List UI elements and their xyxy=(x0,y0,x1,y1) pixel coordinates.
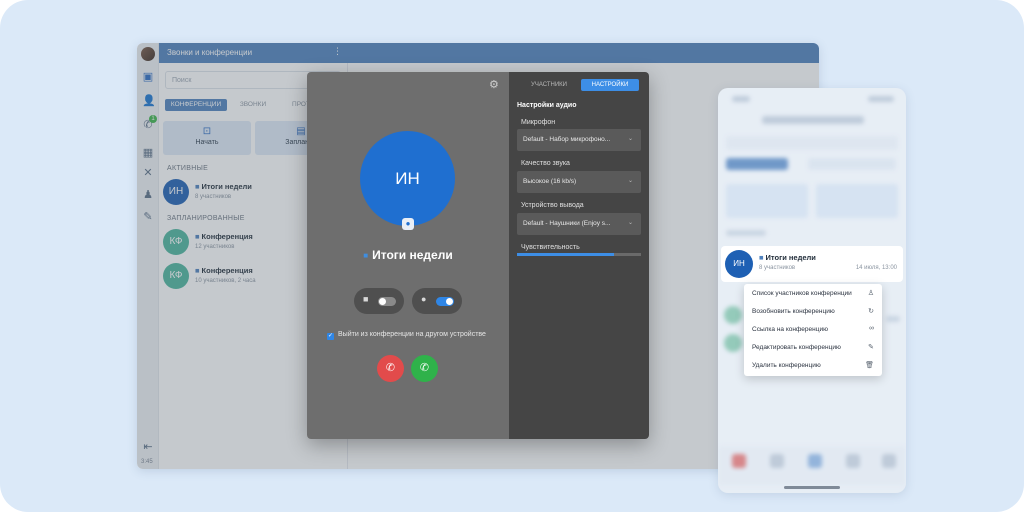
microphone-icon: ● xyxy=(421,294,427,304)
output-device-select[interactable]: Default - Наушники (Enjoy s... ⌄ xyxy=(517,213,641,235)
canvas: ▣ 👤 ✆ 1 ▦ ✕ ♟ ✎ ⇤ 3:45 Звонки и конферен… xyxy=(0,0,1024,512)
menu-item-link[interactable]: Ссылка на конференцию ∞ xyxy=(744,320,882,338)
gear-icon[interactable]: ⚙ xyxy=(489,78,499,91)
home-indicator xyxy=(784,486,840,489)
chevron-down-icon: ⌄ xyxy=(627,220,633,226)
conference-date: 14 июля, 13:00 xyxy=(855,265,897,271)
pencil-icon: ✎ xyxy=(868,344,874,351)
mic-status-icon: ● xyxy=(402,218,414,230)
menu-item-delete[interactable]: Удалить конференцию 🗑 xyxy=(744,356,882,374)
conference-title: Итоги недели xyxy=(372,248,453,262)
settings-panel: УЧАСТНИКИ НАСТРОЙКИ Настройки аудио Микр… xyxy=(509,72,649,439)
trash-icon: 🗑 xyxy=(865,362,874,369)
checkbox-icon[interactable]: ✓ xyxy=(327,333,334,340)
output-device-label: Устройство вывода xyxy=(521,202,584,209)
checkbox-label: Выйти из конференции на другом устройств… xyxy=(338,331,486,338)
menu-item-participants[interactable]: Список участников конференции ♙ xyxy=(744,284,882,302)
link-icon: ∞ xyxy=(869,325,874,332)
sound-quality-label: Качество звука xyxy=(521,160,570,167)
tab-settings[interactable]: НАСТРОЙКИ xyxy=(581,79,639,91)
sound-quality-select[interactable]: Высокое (16 kb/s) ⌄ xyxy=(517,171,641,193)
leave-on-other-device-checkbox[interactable]: ✓ Выйти из конференции на другом устройст… xyxy=(327,331,486,340)
menu-item-edit[interactable]: Редактировать конференцию ✎ xyxy=(744,338,882,356)
camera-toggle[interactable]: ■ xyxy=(354,288,404,314)
sensitivity-fill xyxy=(517,253,614,256)
context-menu: Список участников конференции ♙ Возобнови… xyxy=(744,284,882,376)
video-camera-icon: ■ xyxy=(363,294,369,304)
camera-switch[interactable] xyxy=(378,297,396,306)
audio-settings-title: Настройки аудио xyxy=(517,102,577,109)
phone-screen: ИН ■ Итоги недели 8 участников 14 июля, 1… xyxy=(718,88,906,493)
microphone-select[interactable]: Default - Набор микрофоно... ⌄ xyxy=(517,129,641,151)
menu-item-resume[interactable]: Возобновить конференцию ↻ xyxy=(744,302,882,320)
settings-tabs: УЧАСТНИКИ НАСТРОЙКИ xyxy=(509,79,649,91)
microphone-label: Микрофон xyxy=(521,119,556,126)
conference-avatar: ИН xyxy=(360,131,455,226)
sensitivity-slider[interactable] xyxy=(517,253,641,256)
call-modal: ⚙ ИН ● ■ Итоги недели ■ ● ✓ Выйти из конфе… xyxy=(307,72,649,439)
join-call-button[interactable]: ✆ xyxy=(411,355,438,382)
camera-icon: ■ xyxy=(363,251,369,261)
hang-up-button[interactable]: ✆ xyxy=(377,355,404,382)
person-icon: ♙ xyxy=(867,290,874,297)
microphone-switch[interactable] xyxy=(436,297,454,306)
conference-card[interactable]: ИН ■ Итоги недели 8 участников 14 июля, 1… xyxy=(721,246,903,282)
refresh-icon: ↻ xyxy=(868,308,874,315)
avatar: ИН xyxy=(725,250,753,278)
conference-name: Итоги недели xyxy=(765,253,816,262)
microphone-toggle[interactable]: ● xyxy=(412,288,462,314)
chevron-down-icon: ⌄ xyxy=(627,136,633,142)
participants-count: 8 участников xyxy=(759,265,796,271)
camera-icon: ■ xyxy=(759,253,764,262)
sensitivity-label: Чувствительность xyxy=(521,244,580,251)
call-panel: ⚙ ИН ● ■ Итоги недели ■ ● ✓ Выйти из конфе… xyxy=(307,72,509,439)
chevron-down-icon: ⌄ xyxy=(627,178,633,184)
tab-participants[interactable]: УЧАСТНИКИ xyxy=(519,79,579,91)
